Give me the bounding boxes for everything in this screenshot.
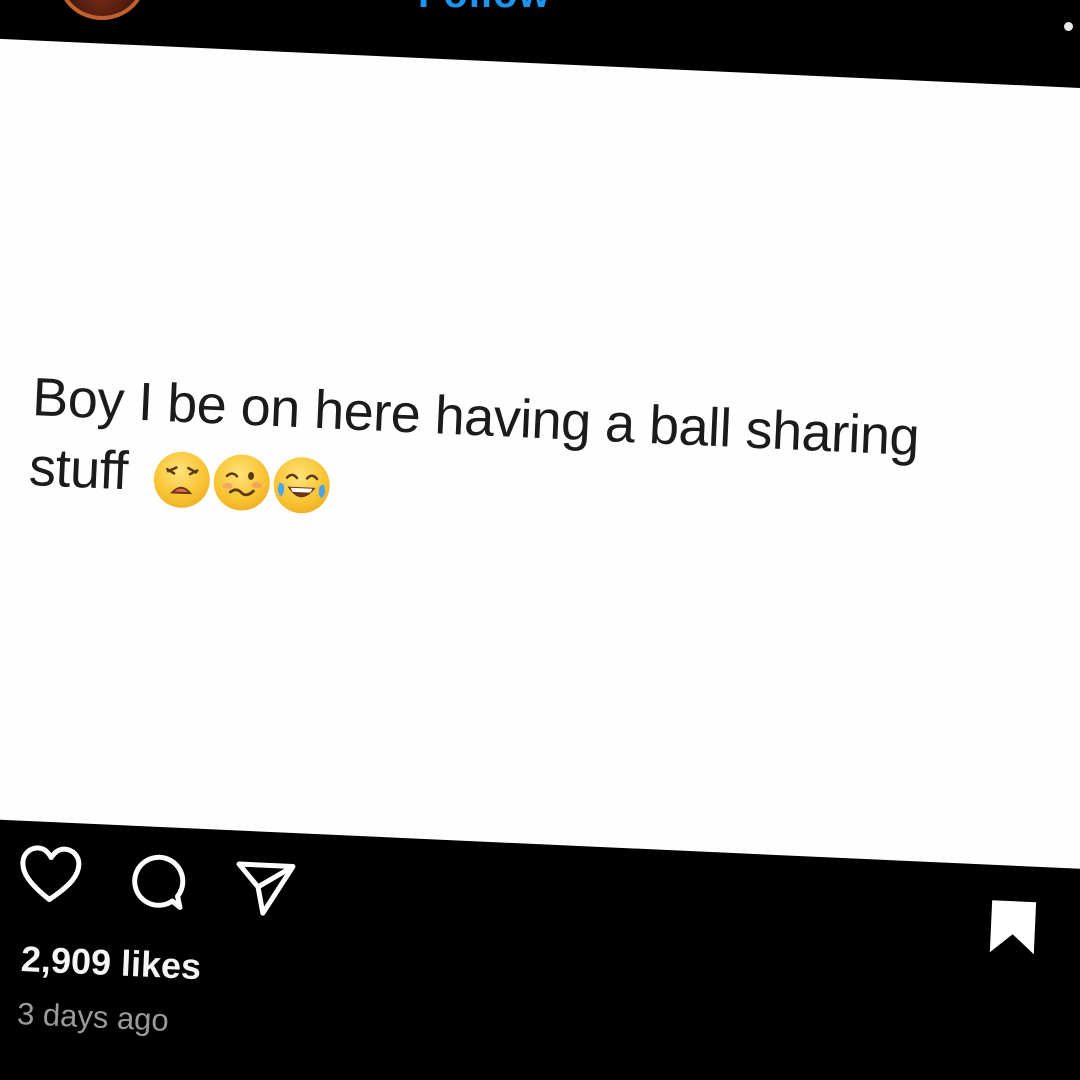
more-options-icon[interactable] [1064, 22, 1073, 31]
bookmark-icon[interactable] [986, 897, 1041, 957]
share-icon[interactable] [233, 858, 298, 919]
caption-line-2-text: stuff [27, 436, 130, 502]
emoji-row [152, 450, 332, 515]
heart-icon[interactable] [17, 844, 84, 905]
weary-face-icon [152, 450, 212, 509]
profile-avatar[interactable] [58, 0, 146, 20]
face-with-tears-of-joy-icon [272, 455, 332, 515]
like-count[interactable]: 2,909 likes [20, 938, 202, 988]
comment-icon[interactable] [125, 851, 188, 914]
woozy-face-icon [212, 453, 272, 512]
follow-button[interactable]: Follow [418, 0, 551, 14]
instagram-post-screenshot: Follow Boy I be on here having a ball sh… [0, 0, 1080, 1080]
post-timestamp: 3 days ago [16, 996, 170, 1038]
